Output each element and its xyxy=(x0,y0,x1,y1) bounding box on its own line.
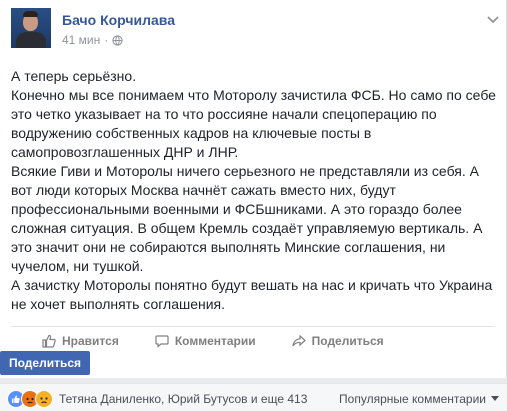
post-paragraph: Всякие Гиви и Моторолы ничего серьезного… xyxy=(11,163,483,274)
comment-button[interactable]: Комментарии xyxy=(148,327,263,355)
post-paragraph: А зачистку Моторолы понятно будут вешать… xyxy=(11,277,493,312)
avatar[interactable] xyxy=(11,8,51,48)
like-label: Нравится xyxy=(62,333,119,348)
comment-sort-label: Популярные комментарии xyxy=(339,392,486,406)
share-label: Поделиться xyxy=(311,333,384,348)
post-body: А теперь серьёзно. Конечно мы все понима… xyxy=(11,67,497,314)
chevron-down-icon[interactable] xyxy=(485,13,501,27)
reaction-names[interactable]: Тетяна Даниленко, Юрий Бутусов и еще 413 xyxy=(59,392,307,406)
post-card: Бачо Корчилава 41 мин · А теперь серьёзн… xyxy=(0,0,507,378)
dropdown-arrow-icon xyxy=(491,396,499,401)
post-timestamp[interactable]: 41 мин xyxy=(62,33,100,47)
post-actions-bar: Нравится Комментарии Поделиться xyxy=(11,326,495,354)
reaction-icons[interactable] xyxy=(7,390,55,408)
post-header: Бачо Корчилава 41 мин · xyxy=(11,8,501,52)
reactions-bar: Тетяна Даниленко, Юрий Бутусов и еще 413… xyxy=(0,383,507,411)
post-paragraph: Конечно мы все понимаем что Моторолу зач… xyxy=(11,87,496,160)
meta-separator: · xyxy=(104,33,109,47)
post-meta: 41 мин · xyxy=(62,33,123,47)
post-paragraph: А теперь серьёзно. xyxy=(11,68,137,84)
share-action-button[interactable]: Поделиться xyxy=(285,327,391,355)
globe-icon xyxy=(112,34,123,46)
like-icon xyxy=(42,334,56,348)
share-button[interactable]: Поделиться xyxy=(0,351,90,375)
comment-sort-dropdown[interactable]: Популярные комментарии xyxy=(339,392,499,406)
comment-icon xyxy=(155,334,169,348)
author-name[interactable]: Бачо Корчилава xyxy=(62,12,175,28)
share-icon xyxy=(292,334,306,346)
sad-reaction-icon xyxy=(35,390,53,408)
comment-label: Комментарии xyxy=(174,333,256,348)
